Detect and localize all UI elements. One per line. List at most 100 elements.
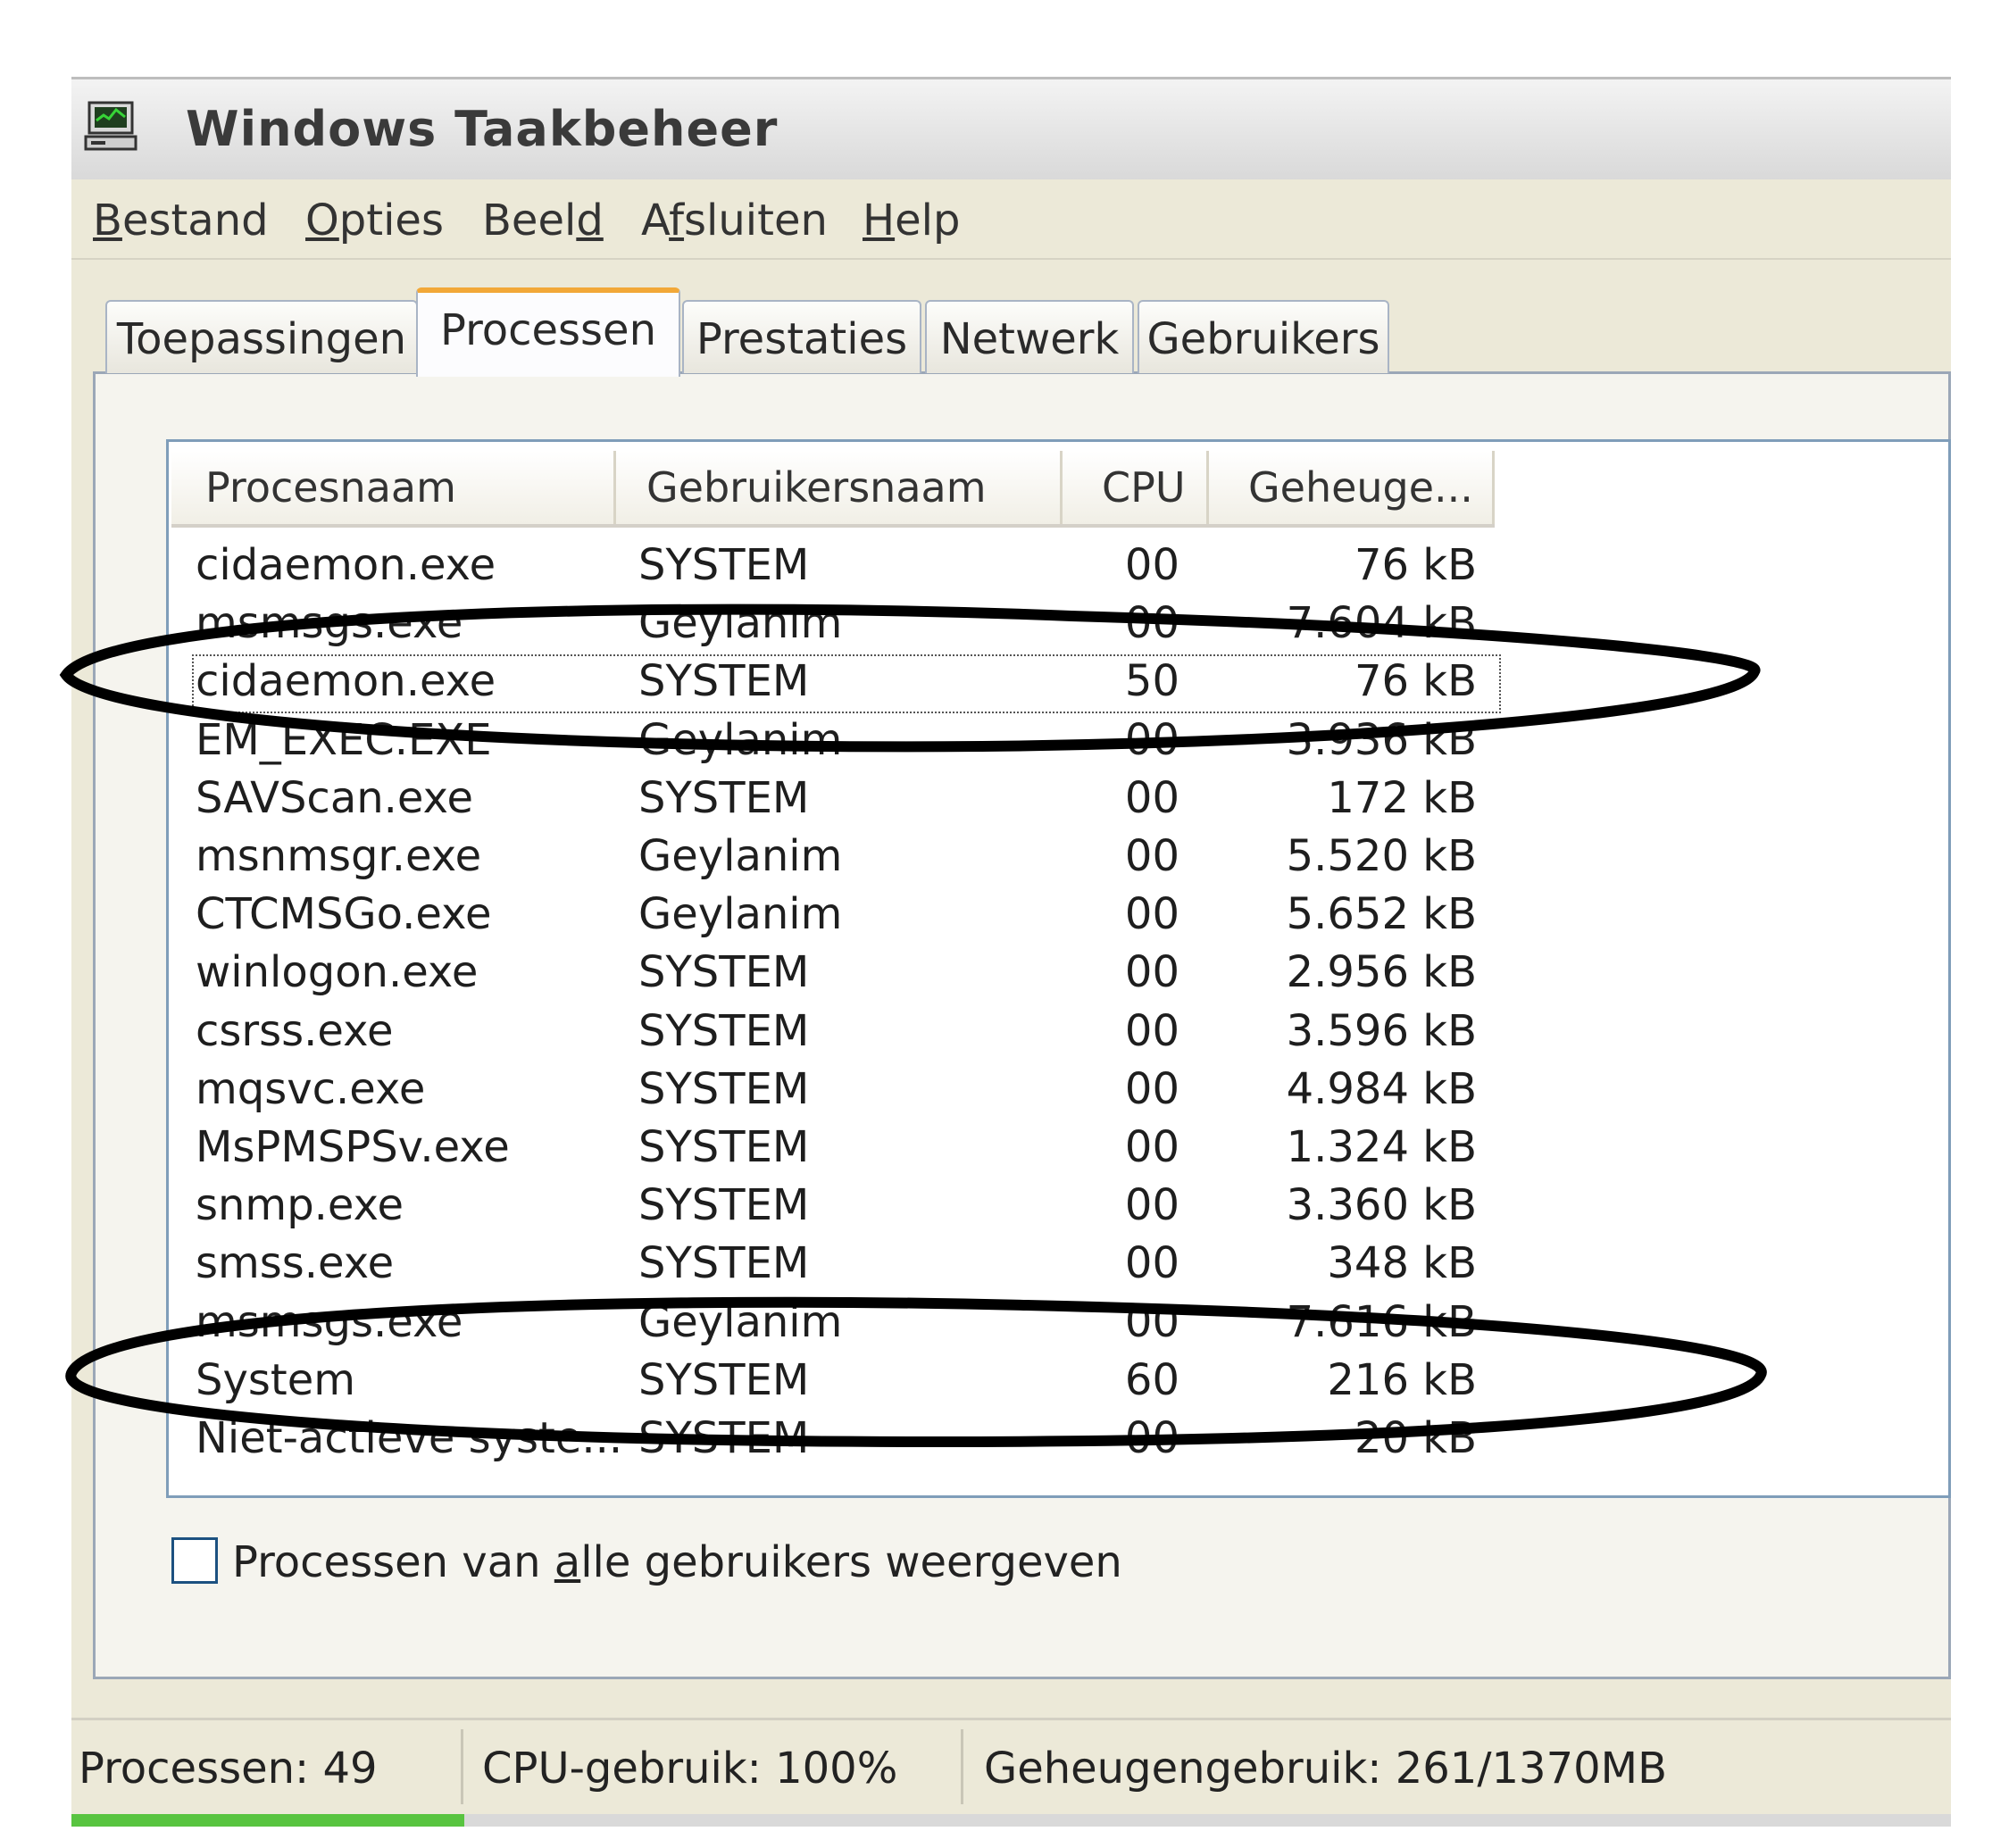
cell-gebruikersnaam: SYSTEM (638, 1413, 810, 1463)
column-header-cpu[interactable]: CPU (1063, 451, 1209, 524)
table-row[interactable]: snmp.exe SYSTEM 00 3.360 kB (169, 1177, 1954, 1234)
cell-procesnaam: smss.exe (196, 1238, 395, 1289)
cell-procesnaam: System (196, 1354, 355, 1405)
show-all-users-option[interactable]: Processen van alle gebruikers weergeven (171, 1532, 1332, 1594)
menu-opties[interactable]: Opties (305, 196, 444, 246)
cell-procesnaam: SAVScan.exe (196, 772, 474, 823)
menu-beeld[interactable]: Beeld (482, 196, 604, 246)
cell-cpu: 00 (1124, 1296, 1179, 1347)
status-divider (461, 1729, 463, 1804)
status-divider (961, 1729, 963, 1804)
table-row[interactable]: Niet-actieve syste... SYSTEM 00 20 kB (169, 1410, 1954, 1467)
title-bar[interactable]: Windows Taakbeheer (71, 77, 1951, 179)
table-row[interactable]: msmsgs.exe Geylanim 00 7.604 kB (169, 595, 1954, 652)
cell-gebruikersnaam: Geylanim (638, 598, 843, 649)
cell-geheugen: 20 kB (1354, 1413, 1477, 1463)
cell-cpu: 00 (1124, 1063, 1179, 1114)
tab-gebruikers[interactable]: Gebruikers (1138, 300, 1389, 373)
cell-geheugen: 76 kB (1354, 540, 1477, 590)
cell-geheugen: 3.596 kB (1286, 1005, 1477, 1056)
cell-geheugen: 7.604 kB (1286, 598, 1477, 649)
table-row[interactable]: EM_EXEC.EXE Geylanim 00 3.936 kB (169, 712, 1954, 769)
table-row[interactable]: csrss.exe SYSTEM 00 3.596 kB (169, 1003, 1954, 1060)
table-row[interactable]: cidaemon.exe SYSTEM 00 76 kB (169, 537, 1954, 594)
cell-cpu: 00 (1124, 831, 1179, 881)
cell-gebruikersnaam: SYSTEM (638, 540, 810, 590)
cell-procesnaam: winlogon.exe (196, 947, 479, 998)
cell-gebruikersnaam: SYSTEM (638, 1005, 810, 1056)
cell-geheugen: 5.520 kB (1286, 831, 1477, 881)
list-header: Procesnaam Gebruikersnaam CPU Geheuge... (171, 451, 1495, 528)
status-cpu: CPU-gebruik: 100% (482, 1744, 898, 1794)
cell-geheugen: 2.956 kB (1286, 947, 1477, 998)
cell-procesnaam: EM_EXEC.EXE (196, 714, 492, 765)
cell-gebruikersnaam: Geylanim (638, 889, 843, 940)
cell-cpu: 60 (1124, 1354, 1179, 1405)
cell-procesnaam: mqsvc.exe (196, 1063, 426, 1114)
cell-procesnaam: MsPMSPSv.exe (196, 1122, 510, 1172)
table-row[interactable]: msnmsgr.exe Geylanim 00 5.520 kB (169, 828, 1954, 885)
table-row[interactable]: CTCMSGo.exe Geylanim 00 5.652 kB (169, 886, 1954, 943)
table-row[interactable]: MsPMSPSv.exe SYSTEM 00 1.324 kB (169, 1119, 1954, 1176)
menu-help[interactable]: Help (863, 196, 960, 246)
cell-gebruikersnaam: SYSTEM (638, 1122, 810, 1172)
cell-gebruikersnaam: Geylanim (638, 831, 843, 881)
window-title: Windows Taakbeheer (186, 101, 779, 157)
menu-bar: Bestand Opties Beeld Afsluiten Help (71, 179, 1951, 260)
cell-geheugen: 3.360 kB (1286, 1180, 1477, 1231)
cell-cpu: 00 (1124, 714, 1179, 765)
cell-procesnaam: cidaemon.exe (196, 540, 496, 590)
cell-gebruikersnaam: SYSTEM (638, 1180, 810, 1231)
cell-geheugen: 1.324 kB (1286, 1122, 1477, 1172)
status-processes: Processen: 49 (79, 1744, 378, 1794)
cell-geheugen: 216 kB (1327, 1354, 1477, 1405)
cell-geheugen: 348 kB (1327, 1238, 1477, 1289)
column-header-gebruikersnaam[interactable]: Gebruikersnaam (616, 451, 1063, 524)
tab-processen[interactable]: Processen (416, 287, 680, 377)
table-row[interactable]: msmsgs.exe Geylanim 00 7.616 kB (169, 1294, 1954, 1351)
selection-focus-rect (192, 654, 1501, 713)
cell-geheugen: 4.984 kB (1286, 1063, 1477, 1114)
table-row[interactable]: smss.exe SYSTEM 00 348 kB (169, 1235, 1954, 1292)
cell-cpu: 00 (1124, 889, 1179, 940)
cell-cpu: 00 (1124, 1122, 1179, 1172)
table-row[interactable]: winlogon.exe SYSTEM 00 2.956 kB (169, 944, 1954, 1001)
cell-geheugen: 3.936 kB (1286, 714, 1477, 765)
process-list[interactable]: Procesnaam Gebruikersnaam CPU Geheuge...… (166, 439, 1951, 1498)
cell-gebruikersnaam: SYSTEM (638, 1063, 810, 1114)
cell-geheugen: 5.652 kB (1286, 889, 1477, 940)
menu-bestand[interactable]: Bestand (93, 196, 269, 246)
cell-gebruikersnaam: SYSTEM (638, 947, 810, 998)
show-all-users-label[interactable]: Processen van alle gebruikers weergeven (232, 1537, 1122, 1587)
cell-cpu: 00 (1124, 772, 1179, 823)
cell-procesnaam: msmsgs.exe (196, 598, 463, 649)
menu-afsluiten[interactable]: Afsluiten (641, 196, 828, 246)
cell-procesnaam: msmsgs.exe (196, 1296, 463, 1347)
cell-procesnaam: snmp.exe (196, 1180, 404, 1231)
table-row[interactable]: System SYSTEM 60 216 kB (169, 1352, 1954, 1409)
cell-procesnaam: Niet-actieve syste... (196, 1413, 623, 1463)
tab-netwerk[interactable]: Netwerk (925, 300, 1134, 373)
tab-prestaties[interactable]: Prestaties (682, 300, 921, 373)
column-header-procesnaam[interactable]: Procesnaam (171, 451, 616, 524)
tab-toepassingen[interactable]: Toepassingen (105, 300, 418, 373)
show-all-users-checkbox[interactable] (171, 1537, 218, 1584)
computer-icon (84, 101, 138, 151)
table-row[interactable]: mqsvc.exe SYSTEM 00 4.984 kB (169, 1061, 1954, 1118)
cell-geheugen: 7.616 kB (1286, 1296, 1477, 1347)
cell-gebruikersnaam: Geylanim (638, 714, 843, 765)
cell-cpu: 00 (1124, 540, 1179, 590)
cell-gebruikersnaam: Geylanim (638, 1296, 843, 1347)
column-header-geheugen[interactable]: Geheuge... (1209, 451, 1495, 524)
cell-gebruikersnaam: SYSTEM (638, 1238, 810, 1289)
status-bar: Processen: 49 CPU-gebruik: 100% Geheugen… (71, 1718, 1951, 1817)
table-row[interactable]: SAVScan.exe SYSTEM 00 172 kB (169, 770, 1954, 827)
cell-cpu: 00 (1124, 1413, 1179, 1463)
cell-cpu: 00 (1124, 947, 1179, 998)
cell-procesnaam: csrss.exe (196, 1005, 394, 1056)
bottom-green-indicator (71, 1814, 464, 1827)
cell-procesnaam: msnmsgr.exe (196, 831, 482, 881)
cell-gebruikersnaam: SYSTEM (638, 772, 810, 823)
cell-cpu: 00 (1124, 1180, 1179, 1231)
cell-gebruikersnaam: SYSTEM (638, 1354, 810, 1405)
